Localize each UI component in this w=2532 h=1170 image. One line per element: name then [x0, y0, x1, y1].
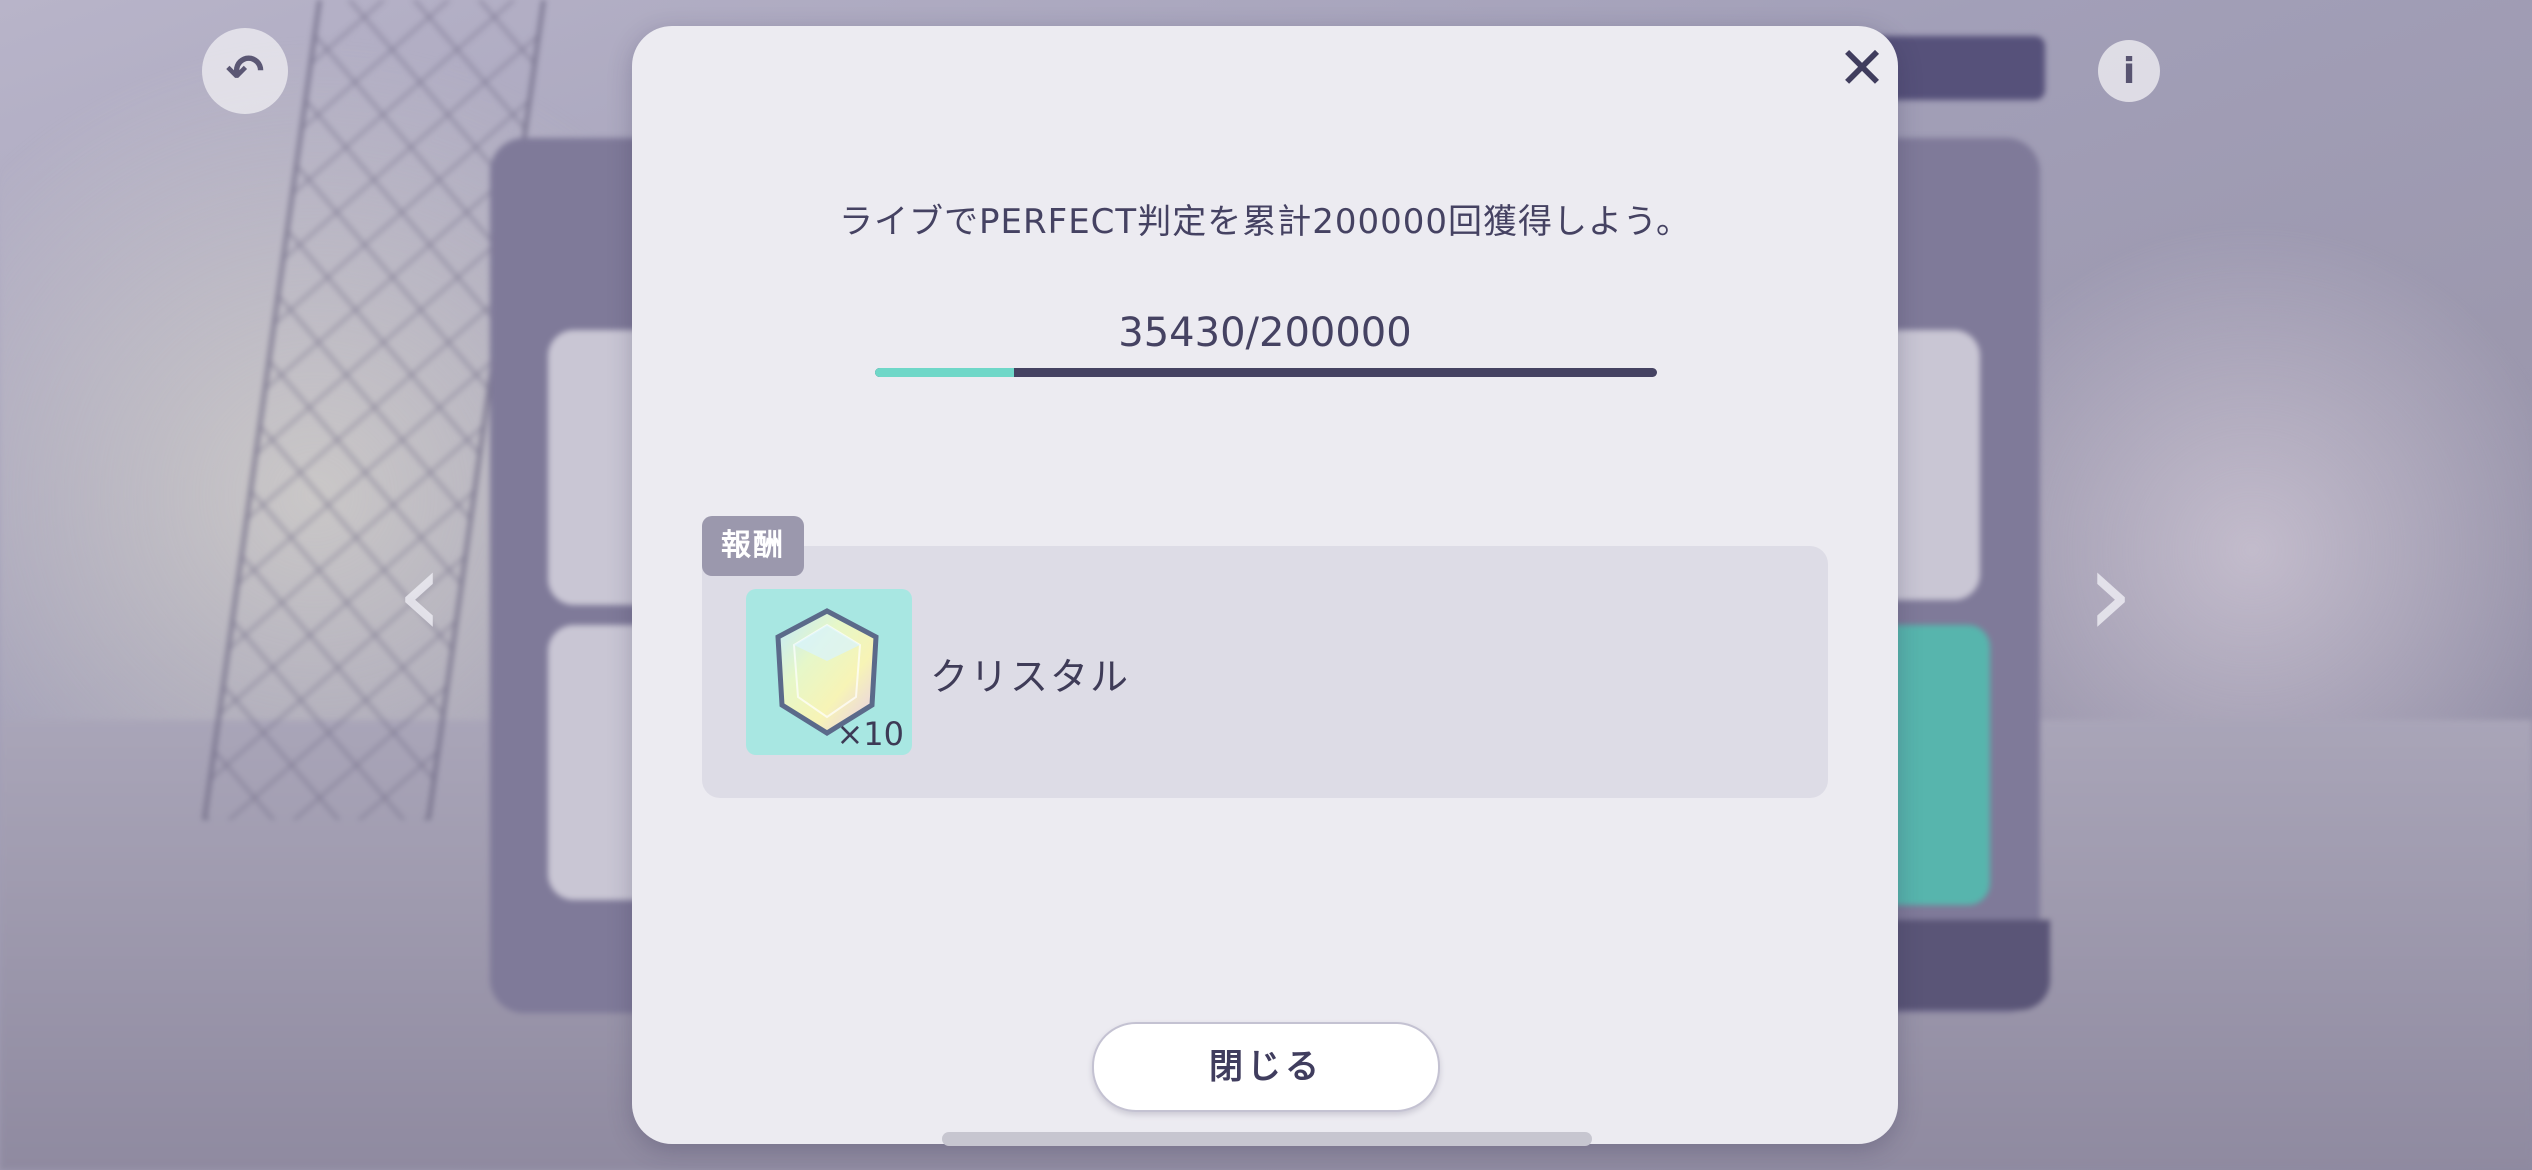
chevron-left-icon: ‹: [396, 525, 444, 664]
info-icon: i: [2122, 50, 2136, 92]
chevron-right-icon: ›: [2086, 525, 2134, 664]
mission-detail-dialog: ✕ ライブでPERFECT判定を累計200000回獲得しよう。 35430/20…: [632, 26, 1898, 1146]
mission-description: ライブでPERFECT判定を累計200000回獲得しよう。: [839, 202, 1691, 242]
next-page-button[interactable]: ›: [2070, 535, 2150, 655]
progress-bar-fill: [875, 368, 1014, 377]
close-icon: ✕: [1837, 34, 1887, 102]
home-indicator: [942, 1132, 1592, 1146]
back-button[interactable]: ↶: [202, 28, 288, 114]
reward-item-name: クリスタル: [930, 655, 1131, 699]
previous-page-button[interactable]: ‹: [380, 535, 460, 655]
reward-item-thumbnail: ×10: [746, 589, 912, 755]
reward-quantity: ×10: [836, 715, 904, 753]
progress-count: 35430/200000: [1118, 310, 1412, 356]
undo-arrow-icon: ↶: [225, 44, 265, 98]
progress-bar: [875, 368, 1657, 377]
reward-label: 報酬: [702, 516, 804, 576]
info-button[interactable]: i: [2098, 40, 2160, 102]
close-dialog-button[interactable]: ✕: [1832, 38, 1892, 98]
close-button[interactable]: 閉じる: [1092, 1022, 1440, 1112]
